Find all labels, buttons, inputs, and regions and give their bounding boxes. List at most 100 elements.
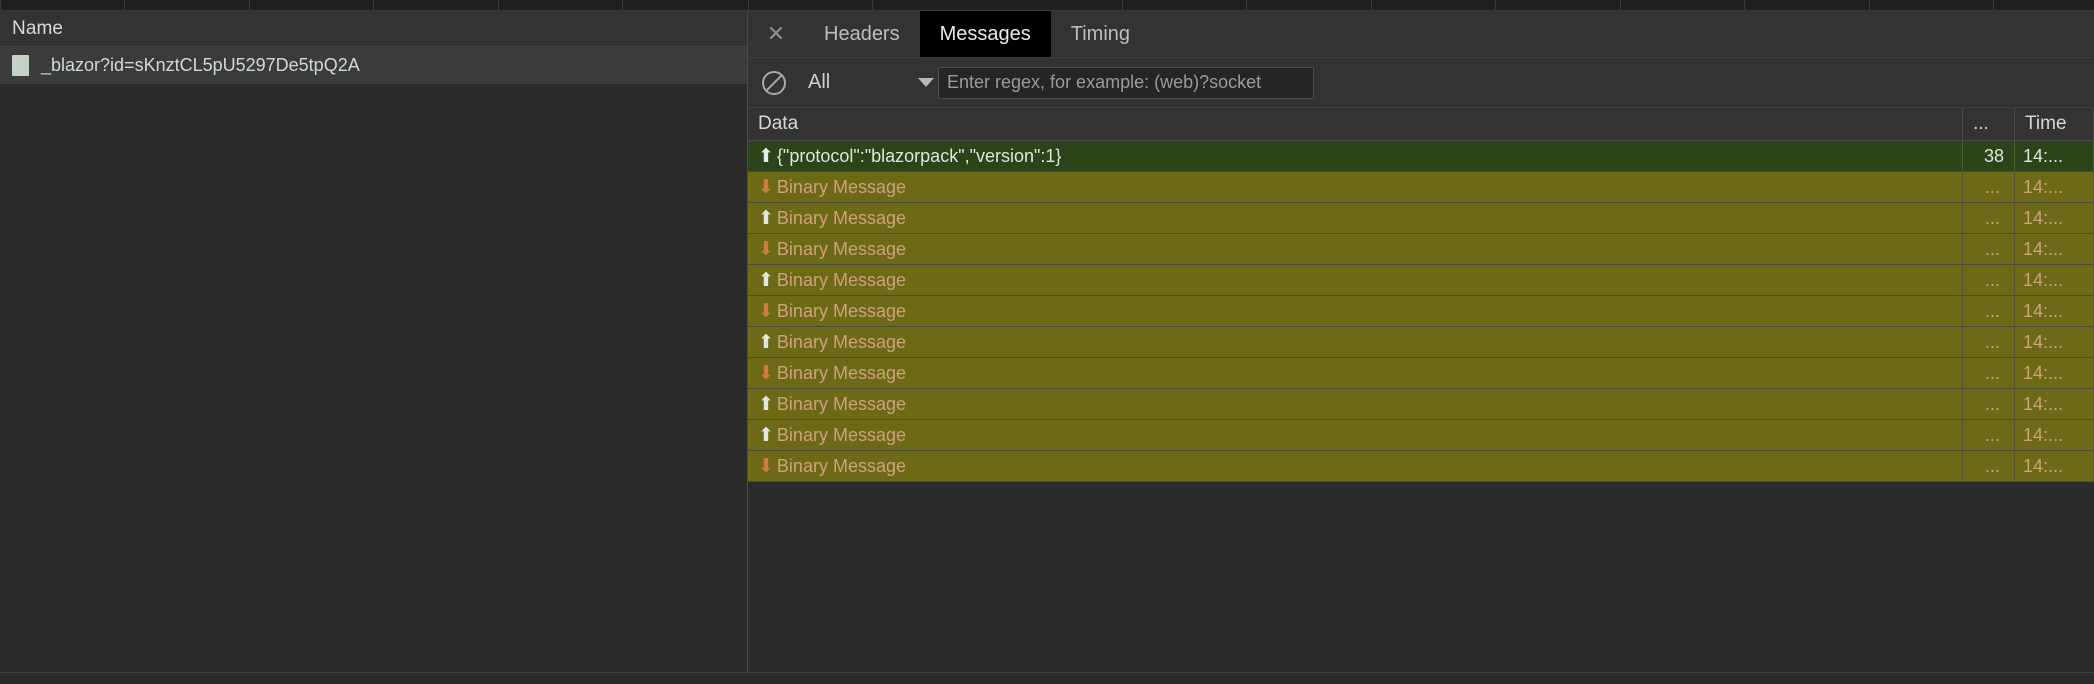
table-row[interactable]: ⬇ Binary Message ... 14:... [748,234,2094,265]
tab-messages[interactable]: Messages [920,11,1051,57]
message-data-cell: ⬆ {"protocol":"blazorpack","version":1} [748,141,1963,171]
table-row[interactable]: ⬆ Binary Message ... 14:... [748,327,2094,358]
message-length-cell: ... [1963,389,2015,419]
message-type-filter-dropdown[interactable]: All [808,71,938,94]
message-length-cell: ... [1963,234,2015,264]
column-header-length[interactable]: ... [1963,108,2015,140]
message-length-cell: ... [1963,358,2015,388]
request-row-blazor[interactable]: _blazor?id=sKnztCL5pU5297De5tpQ2A [0,47,747,85]
messages-table-empty-area [748,482,2094,672]
arrow-down-icon: ⬇ [758,240,774,259]
tab-timing-label: Timing [1071,23,1130,46]
table-row[interactable]: ⬆ {"protocol":"blazorpack","version":1} … [748,141,2094,172]
request-list-panel: Name _blazor?id=sKnztCL5pU5297De5tpQ2A [0,11,748,672]
arrow-up-icon: ⬆ [758,333,774,352]
message-data-text: Binary Message [777,177,906,198]
column-header-time[interactable]: Time [2015,108,2094,140]
message-data-cell: ⬇ Binary Message [748,172,1963,202]
message-time-cell: 14:... [2015,327,2094,357]
message-time-cell: 14:... [2015,358,2094,388]
clear-messages-icon[interactable] [762,71,786,95]
message-length-cell: 38 [1963,141,2015,171]
name-column-header-label: Name [12,18,63,40]
message-time-cell: 14:... [2015,265,2094,295]
column-header-data-label: Data [758,113,798,135]
message-data-text: Binary Message [777,208,906,229]
message-data-cell: ⬇ Binary Message [748,358,1963,388]
tab-headers[interactable]: Headers [804,11,920,57]
table-row[interactable]: ⬆ Binary Message ... 14:... [748,265,2094,296]
message-length-cell: ... [1963,420,2015,450]
tab-messages-label: Messages [940,23,1031,46]
arrow-up-icon: ⬆ [758,271,774,290]
table-row[interactable]: ⬆ Binary Message ... 14:... [748,420,2094,451]
message-data-text: Binary Message [777,456,906,477]
message-data-cell: ⬆ Binary Message [748,327,1963,357]
message-data-text: Binary Message [777,332,906,353]
truncated-column-header-strip [0,0,2094,11]
message-data-cell: ⬆ Binary Message [748,203,1963,233]
bottom-edge-strip [0,672,2094,684]
message-data-cell: ⬇ Binary Message [748,234,1963,264]
devtools-network-panel: Name _blazor?id=sKnztCL5pU5297De5tpQ2A ✕… [0,0,2094,684]
message-data-text: Binary Message [777,270,906,291]
message-data-text: Binary Message [777,363,906,384]
message-time-cell: 14:... [2015,172,2094,202]
message-data-text: {"protocol":"blazorpack","version":1} [777,146,1061,167]
message-regex-filter-input[interactable] [938,67,1314,99]
tab-timing[interactable]: Timing [1051,11,1150,57]
request-list-empty-area [0,85,747,672]
request-detail-panel: ✕ Headers Messages Timing All [748,11,2094,672]
message-type-filter-value: All [808,71,918,94]
table-row[interactable]: ⬆ Binary Message ... 14:... [748,389,2094,420]
name-column-header[interactable]: Name [0,11,747,47]
table-row[interactable]: ⬇ Binary Message ... 14:... [748,296,2094,327]
message-time-cell: 14:... [2015,203,2094,233]
message-time-cell: 14:... [2015,420,2094,450]
tab-headers-label: Headers [824,23,900,46]
detail-tab-bar: ✕ Headers Messages Timing [748,11,2094,58]
arrow-up-icon: ⬆ [758,395,774,414]
message-filter-toolbar: All [748,58,2094,108]
table-row[interactable]: ⬇ Binary Message ... 14:... [748,451,2094,482]
message-data-cell: ⬆ Binary Message [748,265,1963,295]
request-row-label: _blazor?id=sKnztCL5pU5297De5tpQ2A [41,55,360,76]
message-data-cell: ⬇ Binary Message [748,451,1963,481]
message-length-cell: ... [1963,265,2015,295]
arrow-down-icon: ⬇ [758,457,774,476]
message-data-text: Binary Message [777,239,906,260]
message-length-cell: ... [1963,296,2015,326]
message-time-cell: 14:... [2015,141,2094,171]
table-row[interactable]: ⬇ Binary Message ... 14:... [748,358,2094,389]
arrow-up-icon: ⬆ [758,209,774,228]
arrow-up-icon: ⬆ [758,147,774,166]
message-data-text: Binary Message [777,394,906,415]
message-data-cell: ⬆ Binary Message [748,420,1963,450]
table-row[interactable]: ⬇ Binary Message ... 14:... [748,172,2094,203]
table-row[interactable]: ⬆ Binary Message ... 14:... [748,203,2094,234]
message-length-cell: ... [1963,451,2015,481]
arrow-down-icon: ⬇ [758,364,774,383]
column-header-length-label: ... [1973,113,1989,135]
message-time-cell: 14:... [2015,389,2094,419]
document-icon [12,55,29,76]
column-header-time-label: Time [2025,113,2067,135]
arrow-down-icon: ⬇ [758,302,774,321]
message-time-cell: 14:... [2015,234,2094,264]
message-time-cell: 14:... [2015,296,2094,326]
messages-table-body: ⬆ {"protocol":"blazorpack","version":1} … [748,141,2094,482]
message-length-cell: ... [1963,172,2015,202]
message-data-text: Binary Message [777,301,906,322]
messages-table-header: Data ... Time [748,108,2094,141]
message-time-cell: 14:... [2015,451,2094,481]
arrow-up-icon: ⬆ [758,426,774,445]
panel-split: Name _blazor?id=sKnztCL5pU5297De5tpQ2A ✕… [0,11,2094,672]
message-length-cell: ... [1963,327,2015,357]
chevron-down-icon [918,78,934,87]
column-header-data[interactable]: Data [748,108,1963,140]
message-data-cell: ⬆ Binary Message [748,389,1963,419]
message-data-cell: ⬇ Binary Message [748,296,1963,326]
message-data-text: Binary Message [777,425,906,446]
close-icon[interactable]: ✕ [748,11,804,57]
arrow-down-icon: ⬇ [758,178,774,197]
